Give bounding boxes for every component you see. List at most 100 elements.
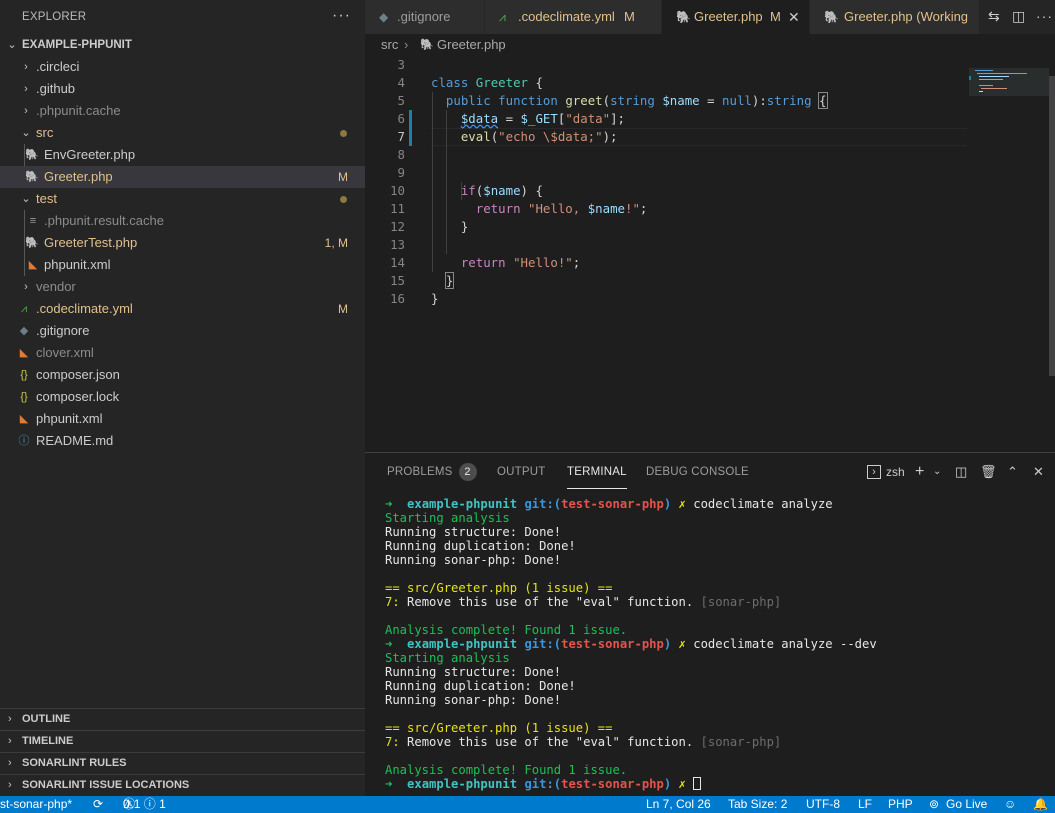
terminal-prompt: ➜ example-phpunit git:(test-sonar-php) ✗ [385,777,1045,791]
chevron-right-icon: › [24,61,28,73]
line-number: 4 [397,75,405,90]
tree-item-circleci[interactable]: › .circleci [0,56,365,78]
git-branch[interactable]: st-sonar-php* [0,796,72,813]
chevron-down-icon: ⌄ [21,127,31,139]
tree-item-readme[interactable]: ⓘ README.md [0,430,365,452]
tree-item-phpunit-xml[interactable]: ◣ phpunit.xml [0,408,365,430]
explorer-title: EXPLORER [22,11,87,23]
encoding[interactable]: UTF-8 [806,796,840,813]
end-of-line[interactable]: LF [858,796,872,813]
info-icon: ⓘ [18,435,30,447]
vertical-scrollbar[interactable] [1049,76,1055,376]
rss-xml-icon: ◣ [19,347,29,359]
workspace-root[interactable]: ⌄ EXAMPLE-PHPUNIT [0,34,365,56]
line-number: 7 [397,129,405,144]
php-file-icon: 🐘 [676,10,691,24]
tree-item-clover[interactable]: ◣ clover.xml [0,342,365,364]
split-terminal-icon[interactable]: ◫ [955,463,967,481]
close-icon[interactable]: ✕ [1033,463,1044,481]
tree-item-codeclimate[interactable]: ⩘ .codeclimate.yml M [0,298,365,320]
terminal-line: Running structure: Done! [385,665,562,679]
minimap[interactable] [965,56,1055,452]
terminal-output[interactable]: ➜ example-phpunit git:(test-sonar-php) ✗… [385,497,1045,791]
terminal-line: ➜ example-phpunit git:(test-sonar-php) ✗… [385,497,833,511]
tab-greeter[interactable]: 🐘 Greeter.php M ✕ [662,0,810,34]
terminal-line: Running sonar-php: Done! [385,553,562,567]
add-terminal-icon[interactable]: + [915,463,924,481]
php-file-icon: 🐘 [824,10,839,24]
terminal-cursor [693,777,702,790]
terminal-line: Starting analysis [385,651,510,665]
chevron-down-icon[interactable]: ⌄ [933,463,941,481]
tab-size[interactable]: Tab Size: 2 [728,796,787,813]
section-timeline[interactable]: › TIMELINE [0,730,365,752]
section-sonarlint-rules[interactable]: › SONARLINT RULES [0,752,365,774]
compare-changes-icon[interactable]: ⇆ [988,8,1000,25]
line-number: 14 [390,255,405,270]
tree-item-envgreeter[interactable]: 🐘 EnvGreeter.php [0,144,365,166]
tree-item-label: .gitignore [36,323,90,338]
editor-actions: ⇆ ◫ ··· [980,0,1055,34]
tree-item-composer-lock[interactable]: {} composer.lock [0,386,365,408]
panel-tab-label: PROBLEMS [387,466,453,478]
problems-summary[interactable]: ⓧ 0 ⚠1 ⓘ 1 [123,796,166,813]
tree-item-greetertest[interactable]: 🐘 GreeterTest.php 1, M [0,232,365,254]
code-line: } [444,272,455,289]
text-file-icon: ≡ [29,215,37,227]
tree-item-github[interactable]: › .github [0,78,365,100]
shell-name[interactable]: zsh [886,463,905,481]
tree-item-gitignore[interactable]: ◆ .gitignore [0,320,365,342]
notifications-icon[interactable]: 🔔 [1033,796,1048,813]
breadcrumb-file[interactable]: Greeter.php [437,34,506,56]
tree-item-src[interactable]: ⌄ src [0,122,365,144]
tree-item-test-phpunit-xml[interactable]: ◣ phpunit.xml [0,254,365,276]
go-live-button[interactable]: Go Live [946,796,987,813]
more-actions-icon[interactable]: ··· [1036,8,1053,24]
close-icon[interactable]: ✕ [788,0,800,34]
panel-tab-terminal[interactable]: TERMINAL [567,463,627,489]
tree-item-label: src [36,125,54,140]
split-editor-icon[interactable]: ◫ [1012,8,1025,25]
tree-item-phpunit-cache[interactable]: › .phpunit.cache [0,100,365,122]
panel-tab-output[interactable]: OUTPUT [497,463,545,489]
php-file-icon: 🐘 [25,171,39,183]
tab-greeter-working[interactable]: 🐘 Greeter.php (Working [810,0,980,34]
chevron-right-icon: › [24,105,28,117]
sync-icon[interactable]: ⟳ [93,796,103,813]
tree-item-label: phpunit.xml [44,257,111,272]
code-line: eval("echo \$data;"); [460,129,618,144]
section-sonarlint-issue-locations[interactable]: › SONARLINT ISSUE LOCATIONS [0,774,365,796]
tree-item-greeter[interactable]: 🐘 Greeter.php M [0,166,365,188]
tab-label: Greeter.php (Working [844,9,969,24]
cursor-position[interactable]: Ln 7, Col 26 [646,796,711,813]
section-outline[interactable]: › OUTLINE [0,708,365,730]
more-actions-icon[interactable]: ··· [332,7,351,25]
tree-item-phpunit-result-cache[interactable]: ≡ .phpunit.result.cache [0,210,365,232]
panel-tab-problems[interactable]: PROBLEMS 2 [387,463,477,489]
panel-tab-debug-console[interactable]: DEBUG CONSOLE [646,463,749,489]
tree-item-label: .phpunit.cache [36,103,121,118]
tree-item-vendor[interactable]: › vendor [0,276,365,298]
tree-item-label: README.md [36,433,114,448]
tree-item-label: composer.lock [36,389,120,404]
tree-item-test[interactable]: ⌄ test [0,188,365,210]
maximize-panel-icon[interactable]: ⌃ [1007,463,1018,481]
line-number: 13 [390,237,405,252]
feedback-icon[interactable]: ☺ [1004,796,1016,813]
breadcrumb-folder[interactable]: src [381,34,398,56]
breadcrumb: src › 🐘 Greeter.php [365,34,1055,56]
language-mode[interactable]: PHP [888,796,913,813]
trash-icon[interactable]: 🗑 [980,463,997,481]
line-number: 11 [390,201,405,216]
tree-item-composer-json[interactable]: {} composer.json [0,364,365,386]
tree-item-label: composer.json [36,367,120,382]
tab-gitignore[interactable]: ◆ .gitignore [365,0,485,34]
chevron-right-icon: › [8,757,12,769]
terminal-icon: › [867,465,881,479]
tab-codeclimate[interactable]: ⩘ .codeclimate.yml M [485,0,662,34]
code-editor[interactable]: 3 4 5 6 7 8 9 10 11 12 13 14 15 16 class… [365,56,1055,452]
tree-item-label: vendor [36,279,76,294]
panel-tab-label: TERMINAL [567,466,627,478]
